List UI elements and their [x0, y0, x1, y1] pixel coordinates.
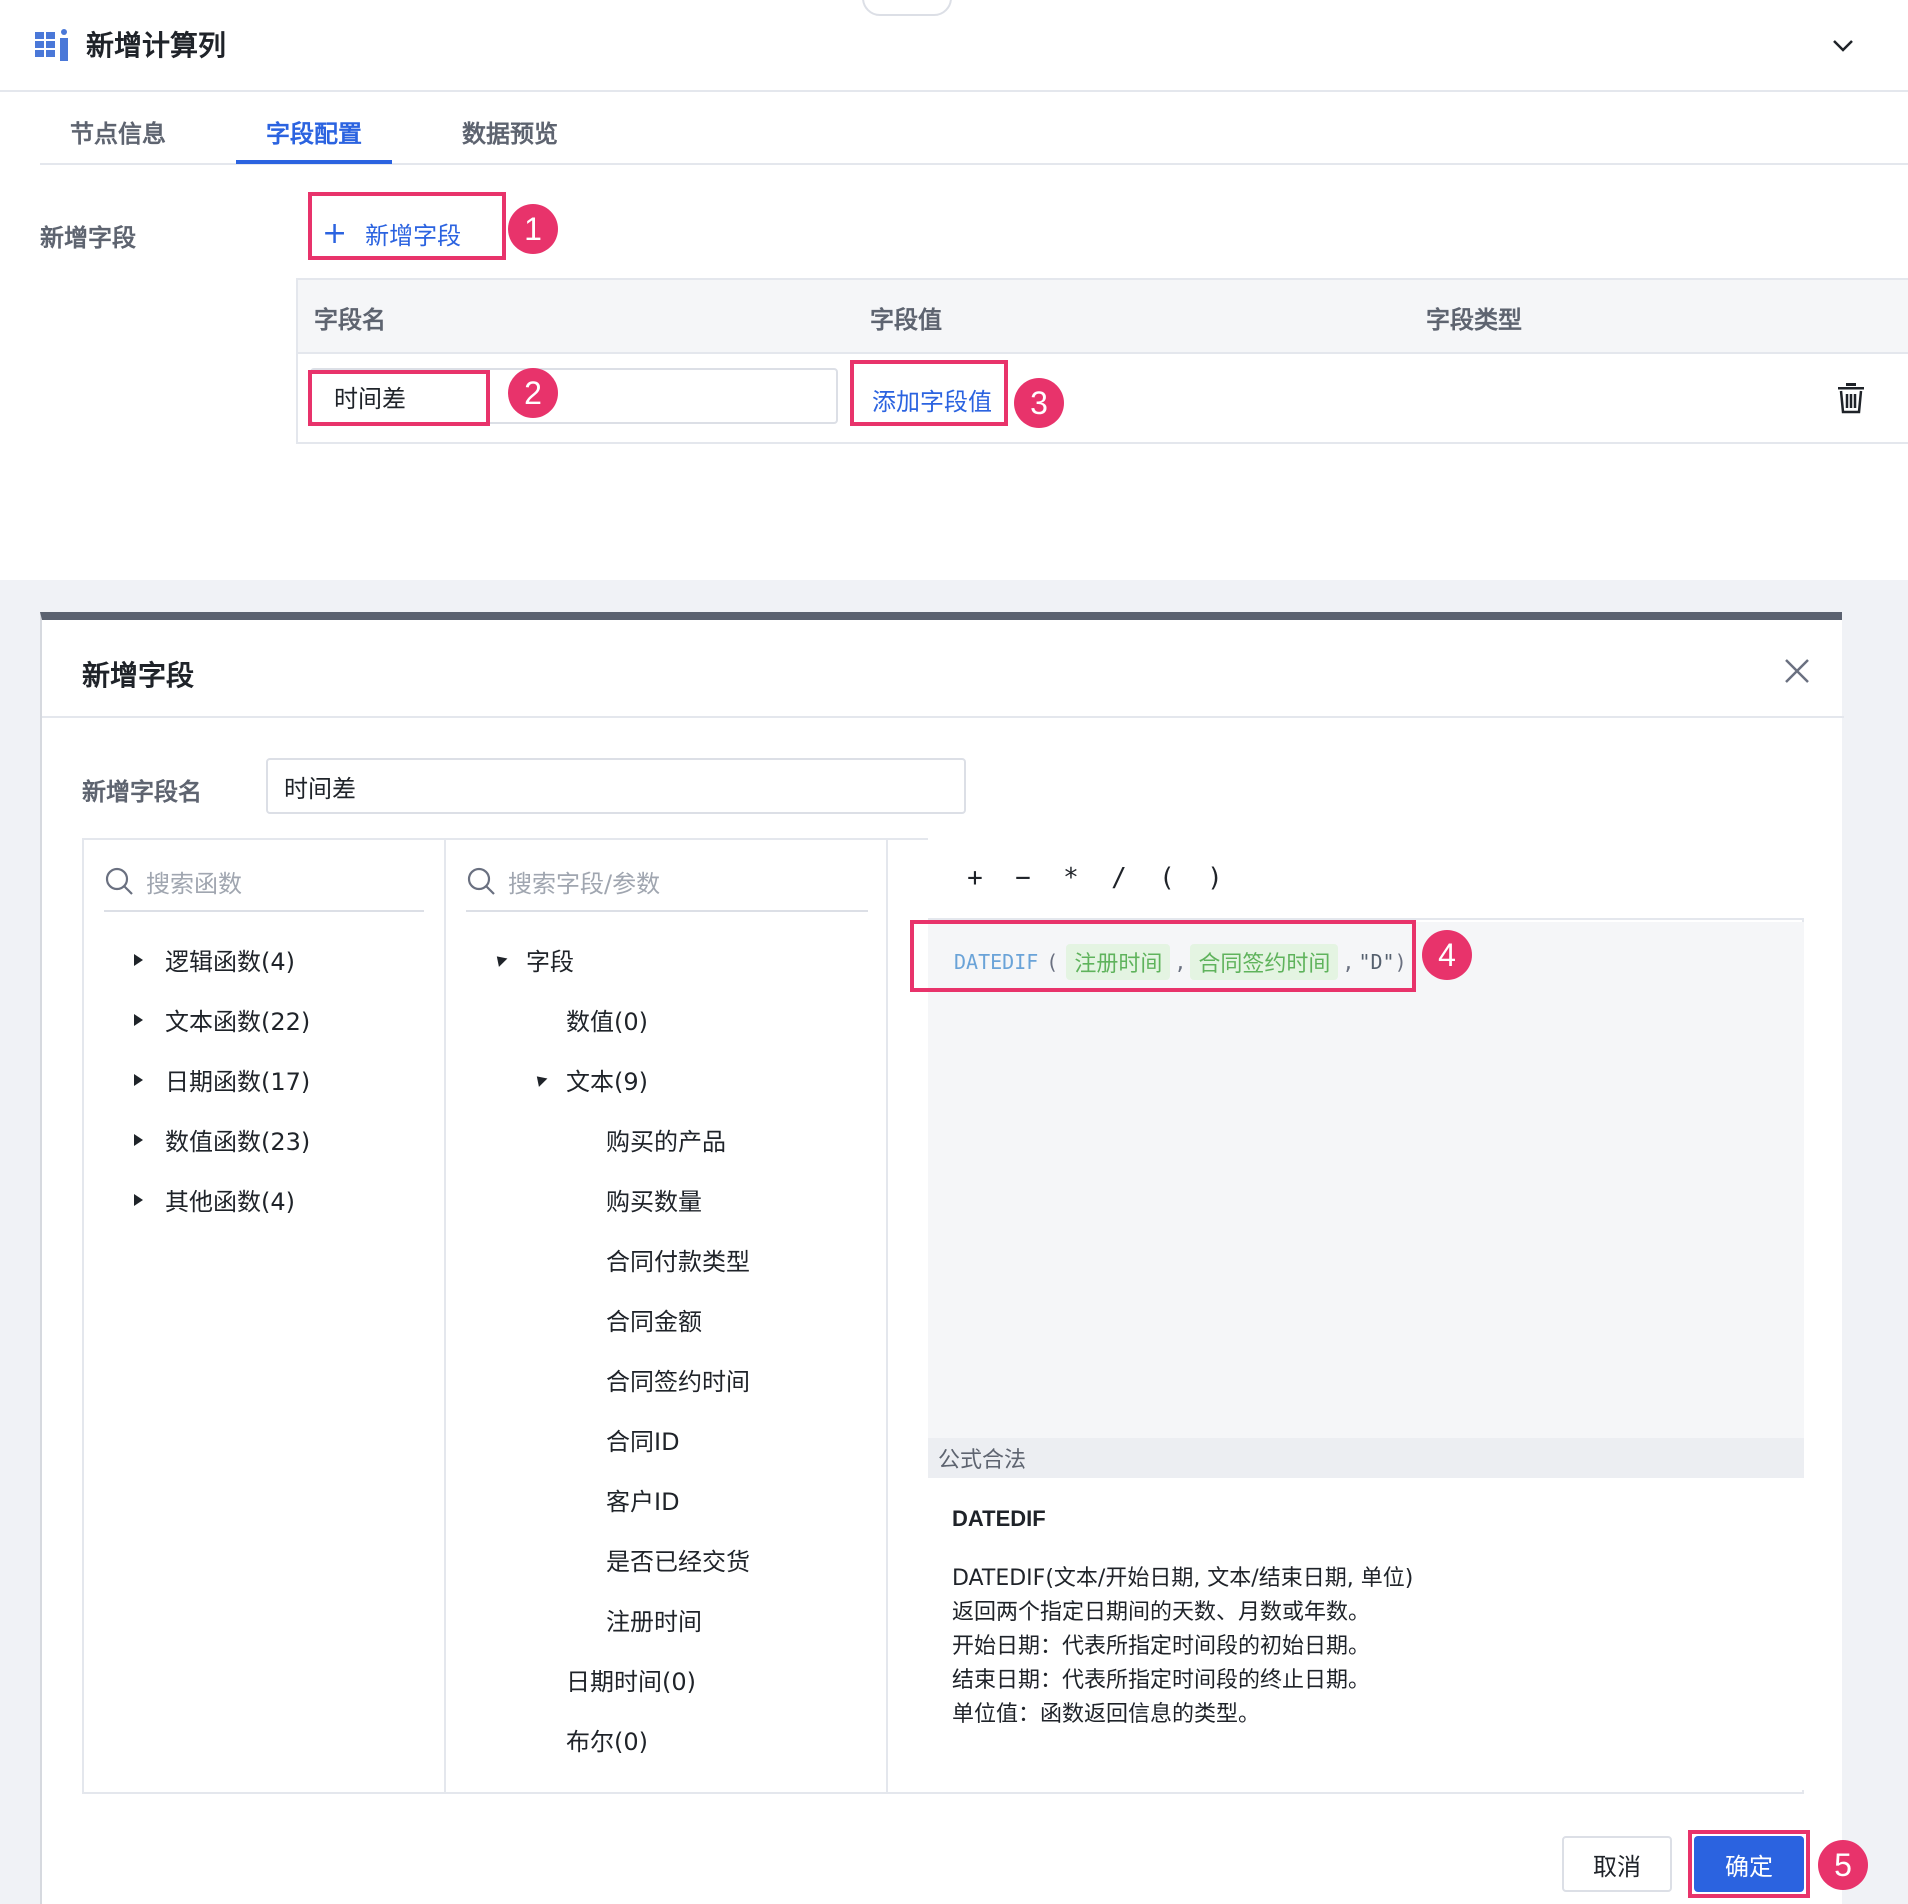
new-field-name-input[interactable]: 时间差 — [266, 758, 966, 814]
active-tab-indicator — [236, 160, 392, 164]
operator-close-paren[interactable]: ) — [1204, 863, 1226, 893]
field-item[interactable]: 合同签约时间 — [606, 1362, 750, 1397]
caret-right-icon — [134, 953, 143, 966]
column-header-field-type: 字段类型 — [1426, 306, 1522, 334]
function-category-logic[interactable]: 逻辑函数(4) — [134, 942, 295, 977]
dialog-title: 新增字段 — [82, 659, 195, 692]
close-icon[interactable] — [1782, 656, 1812, 686]
step-badge-1: 1 — [508, 204, 558, 254]
highlight-box-1 — [308, 192, 506, 260]
pane-divider — [886, 840, 888, 1792]
add-field-dialog: 新增字段 新增字段名 时间差 搜索函数 逻辑函数(4) 文本函数(22) 日期函… — [40, 612, 1868, 1904]
caret-down-icon — [532, 1072, 548, 1087]
table-columns-icon — [35, 29, 68, 61]
search-icon — [467, 867, 495, 895]
trash-icon[interactable] — [1836, 382, 1866, 414]
function-category-text[interactable]: 文本函数(22) — [134, 1002, 310, 1037]
function-help-panel: DATEDIF DATEDIF(文本/开始日期, 文本/结束日期, 单位) 返回… — [928, 1478, 1804, 1790]
panel-drag-handle[interactable] — [862, 0, 952, 16]
highlight-box-3 — [850, 360, 1008, 426]
operator-toolbar: + − * / ( ) — [928, 838, 1804, 920]
operator-multiply[interactable]: * — [1060, 863, 1082, 893]
caret-right-icon — [134, 1193, 143, 1206]
field-item[interactable]: 注册时间 — [606, 1602, 702, 1637]
new-field-name-label: 新增字段名 — [82, 778, 202, 806]
field-item[interactable]: 客户ID — [606, 1482, 680, 1517]
field-group-datetime[interactable]: 日期时间(0) — [566, 1662, 696, 1697]
highlight-box-4 — [910, 920, 1416, 992]
search-icon — [105, 867, 133, 895]
step-badge-5: 5 — [1818, 1840, 1868, 1890]
column-header-field-name: 字段名 — [314, 306, 386, 334]
formula-status: 公式合法 — [928, 1438, 1804, 1478]
pane-divider — [444, 840, 446, 1792]
field-group-text[interactable]: 文本(9) — [532, 1062, 648, 1097]
function-category-date[interactable]: 日期函数(17) — [134, 1062, 310, 1097]
function-category-numeric[interactable]: 数值函数(23) — [134, 1122, 310, 1157]
field-table-header — [298, 280, 1908, 354]
step-badge-2: 2 — [508, 368, 558, 418]
caret-down-icon — [492, 952, 508, 967]
field-item[interactable]: 合同ID — [606, 1422, 680, 1457]
column-header-field-value: 字段值 — [870, 306, 942, 334]
caret-right-icon — [134, 1073, 143, 1086]
highlight-box-5 — [1688, 1830, 1810, 1898]
field-group-boolean[interactable]: 布尔(0) — [566, 1722, 648, 1757]
tab-field-config[interactable]: 字段配置 — [266, 114, 362, 149]
help-title: DATEDIF — [952, 1506, 1046, 1531]
field-item[interactable]: 合同金额 — [606, 1302, 702, 1337]
header-divider — [0, 90, 1908, 92]
formula-input-area[interactable]: DATEDIF ( 注册时间 , 合同签约时间 , "D" ) — [928, 922, 1804, 1438]
function-category-other[interactable]: 其他函数(4) — [134, 1182, 295, 1217]
operator-divide[interactable]: / — [1108, 863, 1130, 893]
operator-plus[interactable]: + — [964, 863, 986, 893]
tab-node-info[interactable]: 节点信息 — [70, 114, 166, 149]
dialog-header-divider — [42, 716, 1844, 718]
caret-right-icon — [134, 1133, 143, 1146]
node-config-panel: 新增计算列 节点信息 字段配置 数据预览 新增字段 + 新增字段 1 字段名 字… — [0, 0, 1908, 580]
field-search-placeholder: 搜索字段/参数 — [508, 869, 661, 898]
help-line: 单位值：函数返回信息的类型。 — [952, 1702, 1261, 1727]
step-badge-3: 3 — [1014, 378, 1064, 428]
caret-right-icon — [134, 1013, 143, 1026]
operator-minus[interactable]: − — [1012, 863, 1034, 893]
help-line: 开始日期：代表所指定时间段的初始日期。 — [952, 1634, 1371, 1659]
operator-open-paren[interactable]: ( — [1156, 863, 1178, 893]
function-search-input[interactable]: 搜索函数 — [104, 852, 424, 912]
field-item[interactable]: 是否已经交货 — [606, 1542, 750, 1577]
cancel-button[interactable]: 取消 — [1562, 1836, 1672, 1892]
highlight-box-2 — [308, 370, 490, 426]
tab-data-preview[interactable]: 数据预览 — [462, 114, 558, 149]
add-field-label: 新增字段 — [40, 224, 136, 252]
field-item[interactable]: 购买数量 — [606, 1182, 702, 1217]
field-item[interactable]: 合同付款类型 — [606, 1242, 750, 1277]
help-line: 返回两个指定日期间的天数、月数或年数。 — [952, 1600, 1371, 1625]
field-search-input[interactable]: 搜索字段/参数 — [466, 852, 868, 912]
chevron-down-icon[interactable] — [1828, 30, 1858, 60]
help-line: DATEDIF(文本/开始日期, 文本/结束日期, 单位) — [952, 1566, 1414, 1591]
field-tree-root[interactable]: 字段 — [492, 942, 574, 977]
function-search-placeholder: 搜索函数 — [146, 869, 242, 898]
field-group-numeric[interactable]: 数值(0) — [566, 1002, 648, 1037]
step-badge-4: 4 — [1422, 930, 1472, 980]
field-item[interactable]: 购买的产品 — [606, 1122, 726, 1157]
help-line: 结束日期：代表所指定时间段的终止日期。 — [952, 1668, 1371, 1693]
node-title: 新增计算列 — [86, 29, 227, 62]
